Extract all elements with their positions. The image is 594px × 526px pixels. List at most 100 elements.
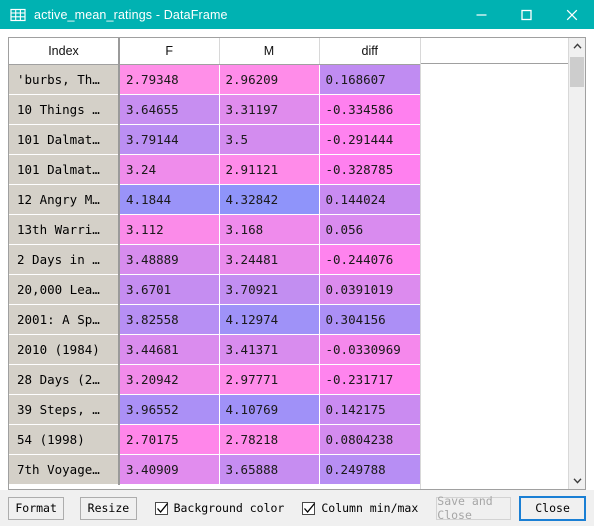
row-index-cell[interactable]: 'burbs, Th… [9,63,120,95]
cell-diff[interactable]: 0.168607 [319,64,421,95]
checkmark-icon [302,501,316,515]
cell-f[interactable]: 3.24 [119,154,220,185]
cell-m[interactable]: 2.78218 [219,424,320,455]
table-row[interactable]: 2001: A Sp… 3.82558 4.12974 0.304156 [9,303,421,335]
column-header-m[interactable]: M [219,38,320,65]
row-index-cell[interactable]: 7th Voyage… [9,453,120,485]
row-index-cell[interactable]: 101 Dalmat… [9,123,120,155]
column-header-index[interactable]: Index [9,38,120,65]
table-row[interactable]: 'burbs, Th… 2.79348 2.96209 0.168607 [9,63,421,95]
cell-m[interactable]: 3.24481 [219,244,320,275]
window-title: active_mean_ratings - DataFrame [34,7,228,22]
row-index-cell[interactable]: 28 Days (2… [9,363,120,395]
row-index-cell[interactable]: 39 Steps, … [9,393,120,425]
save-and-close-button: Save and Close [436,494,512,522]
cell-diff[interactable]: -0.231717 [319,364,421,395]
row-index-cell[interactable]: 12 Angry M… [9,183,120,215]
scrollbar-track[interactable] [569,55,585,472]
table-row[interactable]: 101 Dalmat… 3.79144 3.5 -0.291444 [9,123,421,155]
cell-m[interactable]: 3.70921 [219,274,320,305]
row-index-cell[interactable]: 13th Warri… [9,213,120,245]
resize-button[interactable]: Resize [80,496,137,520]
dataframe-viewer-window: active_mean_ratings - DataFrame Index F … [0,0,594,526]
background-color-checkbox[interactable]: Background color [154,501,284,515]
table-container: Index F M diff 'burbs, Th… 2.79348 2.96209… [0,29,594,490]
close-button[interactable]: Close [519,495,586,521]
table-row[interactable]: 28 Days (2… 3.20942 2.97771 -0.231717 [9,363,421,395]
cell-m[interactable]: 4.10769 [219,394,320,425]
table-scroll-area[interactable]: Index F M diff 'burbs, Th… 2.79348 2.96209… [9,38,568,489]
close-icon[interactable] [549,0,594,29]
cell-f[interactable]: 4.1844 [119,184,220,215]
cell-m[interactable]: 3.168 [219,214,320,245]
cell-diff[interactable]: 0.056 [319,214,421,245]
cell-diff[interactable]: -0.0330969 [319,334,421,365]
cell-f[interactable]: 3.48889 [119,244,220,275]
row-index-cell[interactable]: 2001: A Sp… [9,303,120,335]
cell-f[interactable]: 2.70175 [119,424,220,455]
bottom-toolbar: Format Resize Background color Column mi… [0,490,594,526]
cell-diff[interactable]: 0.249788 [319,454,421,485]
cell-f[interactable]: 3.64655 [119,94,220,125]
format-button[interactable]: Format [8,496,65,520]
cell-diff[interactable]: -0.334586 [319,94,421,125]
cell-diff[interactable]: -0.291444 [319,124,421,155]
column-minmax-checkbox[interactable]: Column min/max [302,501,418,515]
dataframe-table: Index F M diff 'burbs, Th… 2.79348 2.96209… [9,38,421,485]
table-row[interactable]: 2010 (1984) 3.44681 3.41371 -0.0330969 [9,333,421,365]
cell-m[interactable]: 2.97771 [219,364,320,395]
cell-f[interactable]: 3.44681 [119,334,220,365]
cell-m[interactable]: 3.5 [219,124,320,155]
table-row[interactable]: 54 (1998) 2.70175 2.78218 0.0804238 [9,423,421,455]
cell-f[interactable]: 2.79348 [119,64,220,95]
cell-f[interactable]: 3.40909 [119,454,220,485]
cell-diff[interactable]: 0.304156 [319,304,421,335]
cell-m[interactable]: 4.32842 [219,184,320,215]
table-row[interactable]: 2 Days in … 3.48889 3.24481 -0.244076 [9,243,421,275]
cell-f[interactable]: 3.20942 [119,364,220,395]
row-index-cell[interactable]: 54 (1998) [9,423,120,455]
cell-f[interactable]: 3.6701 [119,274,220,305]
cell-f[interactable]: 3.96552 [119,394,220,425]
row-index-cell[interactable]: 20,000 Lea… [9,273,120,305]
table-row[interactable]: 20,000 Lea… 3.6701 3.70921 0.0391019 [9,273,421,305]
column-header-f[interactable]: F [119,38,220,65]
minimize-icon[interactable] [459,0,504,29]
cell-diff[interactable]: 0.144024 [319,184,421,215]
table-row[interactable]: 39 Steps, … 3.96552 4.10769 0.142175 [9,393,421,425]
cell-m[interactable]: 3.31197 [219,94,320,125]
row-index-cell[interactable]: 2 Days in … [9,243,120,275]
maximize-icon[interactable] [504,0,549,29]
table-frame: Index F M diff 'burbs, Th… 2.79348 2.96209… [8,37,586,490]
row-index-cell[interactable]: 2010 (1984) [9,333,120,365]
cell-diff[interactable]: 0.0391019 [319,274,421,305]
scroll-thumb[interactable] [570,57,584,87]
cell-m[interactable]: 4.12974 [219,304,320,335]
cell-m[interactable]: 2.96209 [219,64,320,95]
vertical-scrollbar[interactable] [568,38,585,489]
row-index-cell[interactable]: 101 Dalmat… [9,153,120,185]
table-row[interactable]: 101 Dalmat… 3.24 2.91121 -0.328785 [9,153,421,185]
table-row[interactable]: 10 Things … 3.64655 3.31197 -0.334586 [9,93,421,125]
chevron-up-icon[interactable] [569,38,585,55]
cell-m[interactable]: 3.41371 [219,334,320,365]
chevron-down-icon[interactable] [569,472,585,489]
title-bar: active_mean_ratings - DataFrame [0,0,594,29]
cell-diff[interactable]: -0.328785 [319,154,421,185]
table-row[interactable]: 12 Angry M… 4.1844 4.32842 0.144024 [9,183,421,215]
cell-diff[interactable]: -0.244076 [319,244,421,275]
cell-m[interactable]: 3.65888 [219,454,320,485]
table-body: 'burbs, Th… 2.79348 2.96209 0.168607 10 Thin… [9,63,421,485]
cell-f[interactable]: 3.79144 [119,124,220,155]
cell-f[interactable]: 3.82558 [119,304,220,335]
cell-diff[interactable]: 0.0804238 [319,424,421,455]
table-grid-icon [10,7,26,23]
cell-diff[interactable]: 0.142175 [319,394,421,425]
table-row[interactable]: 7th Voyage… 3.40909 3.65888 0.249788 [9,453,421,485]
column-header-diff[interactable]: diff [319,38,420,65]
cell-f[interactable]: 3.112 [119,214,220,245]
row-index-cell[interactable]: 10 Things … [9,93,120,125]
table-row[interactable]: 13th Warri… 3.112 3.168 0.056 [9,213,421,245]
close-button-label: Close [535,501,570,515]
cell-m[interactable]: 2.91121 [219,154,320,185]
